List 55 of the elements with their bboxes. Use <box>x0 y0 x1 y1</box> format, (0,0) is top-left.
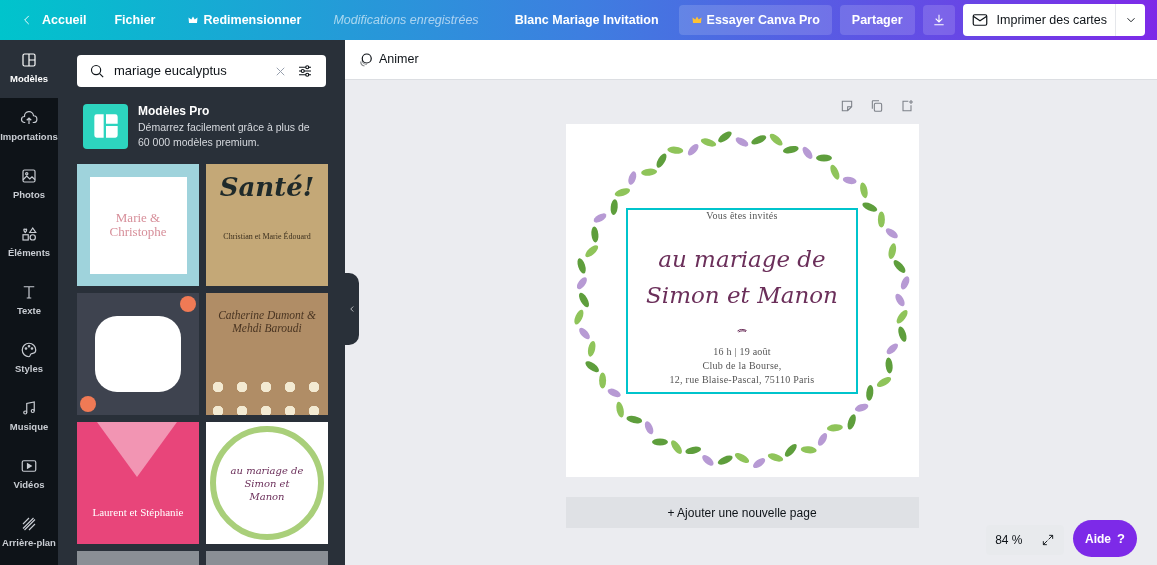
template-title: Santé! <box>219 171 315 204</box>
sidebar-tab[interactable]: Styles <box>0 330 58 388</box>
sidebar-tab[interactable]: Musique <box>0 388 58 446</box>
pro-templates-description: Démarrez facilement grâce à plus de 60 000 modèles premium. <box>138 120 311 150</box>
template-thumbnail[interactable]: Santé! Christian et Marie Édouard <box>206 164 328 286</box>
music-note-icon <box>20 399 38 418</box>
filter-sliders-icon[interactable] <box>296 62 314 80</box>
pro-templates-logo <box>83 103 128 149</box>
invitation-intro: Vous êtes invités <box>706 208 778 223</box>
template-title: Catherine Dumont & Mehdi Baroudi <box>217 309 317 335</box>
sidebar-tab[interactable]: Modèles <box>0 40 58 98</box>
invitation-details: 12, rue Blaise-Pascal, 75110 Paris <box>669 372 815 387</box>
add-page-button[interactable]: + Ajouter une nouvelle page <box>565 497 919 528</box>
pro-templates-title: Modèles Pro <box>138 103 211 120</box>
sidebar-tab[interactable]: Photos <box>0 156 58 214</box>
invitation-details: Club de la Bourse, <box>702 358 782 373</box>
invitation-title: Simon et Manon <box>646 280 838 310</box>
sidebar-tab[interactable]: Vidéos <box>0 446 58 504</box>
envelope-icon <box>970 11 989 29</box>
sidebar-tab[interactable]: Importations <box>0 98 58 156</box>
template-title: au mariage de Simon et Manon <box>229 463 305 503</box>
crown-icon <box>187 14 200 26</box>
sidebar-tab[interactable]: Arrière-plan <box>0 504 58 562</box>
template-thumbnail[interactable]: Catherine Dumont & Mehdi Baroudi <box>206 293 328 415</box>
search-bar[interactable]: mariage eucalyptus <box>77 55 326 87</box>
share-button[interactable]: Partager <box>839 5 915 35</box>
zoom-level: 84 % <box>995 532 1023 549</box>
collapse-panel-button[interactable] <box>345 273 359 345</box>
help-button[interactable]: Aide ? <box>1073 520 1137 557</box>
layout-icon <box>20 51 38 70</box>
try-pro-button[interactable]: Essayer Canva Pro <box>678 5 832 35</box>
invitation-details: 16 h | 19 août <box>713 344 771 359</box>
search-field[interactable]: mariage eucalyptus <box>114 61 265 81</box>
sidebar-tab[interactable]: Texte <box>0 272 58 330</box>
template-thumbnail[interactable]: Laurent et Stéphanie <box>77 422 199 544</box>
flower-drawing <box>180 296 196 312</box>
template-thumbnail[interactable]: au mariage de Simon et Manon <box>206 422 328 544</box>
flower-drawing <box>80 396 96 412</box>
template-title: Marie & Christophe <box>108 211 168 239</box>
template-title: Laurent et Stéphanie <box>92 504 184 520</box>
expand-icon[interactable] <box>1040 533 1055 547</box>
animate-circles-icon <box>357 50 375 69</box>
document-title: Blanc Mariage Invitation <box>514 11 659 29</box>
animate-button[interactable]: Animer <box>357 50 419 69</box>
shapes-icon <box>20 225 38 244</box>
search-icon <box>89 62 106 80</box>
crown-icon <box>690 14 703 26</box>
save-status: Modifications enregistrées <box>333 11 479 29</box>
sidebar-tab[interactable]: Éléments <box>0 214 58 272</box>
template-thumbnail[interactable] <box>77 293 199 415</box>
image-icon <box>20 167 38 186</box>
palette-icon <box>20 341 38 360</box>
download-button[interactable] <box>922 5 955 35</box>
invitation-title: au mariage de <box>658 244 826 274</box>
template-text: Christian et Marie Édouard <box>223 231 311 243</box>
